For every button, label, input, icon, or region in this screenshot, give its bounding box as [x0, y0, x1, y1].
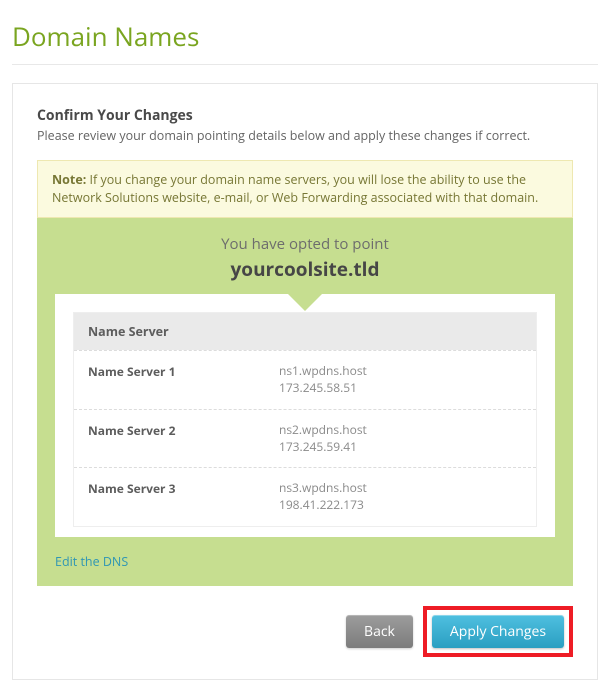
ns-host: ns1.wpdns.host	[279, 363, 367, 380]
ns-host: ns2.wpdns.host	[279, 422, 367, 439]
table-row: Name Server 1 ns1.wpdns.host 173.245.58.…	[74, 350, 536, 409]
ns-ip: 173.245.58.51	[279, 380, 367, 397]
ns-label: Name Server 1	[88, 363, 279, 397]
nameserver-table: Name Server Name Server 1 ns1.wpdns.host…	[73, 312, 537, 527]
opted-text: You have opted to point	[55, 234, 555, 254]
confirm-subtext: Please review your domain pointing detai…	[37, 127, 573, 144]
edit-dns-link[interactable]: Edit the DNS	[55, 553, 128, 570]
ns-ip: 173.245.59.41	[279, 439, 367, 456]
nameserver-card: Name Server Name Server 1 ns1.wpdns.host…	[55, 294, 555, 537]
title-divider	[12, 64, 598, 65]
note-box: Note: If you change your domain name ser…	[37, 160, 573, 218]
apply-highlight: Apply Changes	[423, 606, 573, 657]
ns-values: ns2.wpdns.host 173.245.59.41	[279, 422, 367, 456]
domain-name: yourcoolsite.tld	[55, 256, 555, 282]
ns-label: Name Server 3	[88, 480, 279, 514]
confirm-panel: Confirm Your Changes Please review your …	[12, 83, 598, 680]
back-button[interactable]: Back	[346, 615, 413, 648]
ns-ip: 198.41.222.173	[279, 497, 367, 514]
apply-changes-button[interactable]: Apply Changes	[432, 615, 564, 648]
confirm-heading: Confirm Your Changes	[37, 106, 573, 125]
ns-host: ns3.wpdns.host	[279, 480, 367, 497]
pointer-arrow-icon	[287, 293, 323, 311]
ns-values: ns3.wpdns.host 198.41.222.173	[279, 480, 367, 514]
point-block: You have opted to point yourcoolsite.tld…	[37, 218, 573, 586]
ns-values: ns1.wpdns.host 173.245.58.51	[279, 363, 367, 397]
nameserver-table-header: Name Server	[74, 313, 536, 350]
page-title: Domain Names	[12, 18, 598, 54]
table-row: Name Server 3 ns3.wpdns.host 198.41.222.…	[74, 467, 536, 526]
ns-label: Name Server 2	[88, 422, 279, 456]
note-text: If you change your domain name servers, …	[52, 171, 538, 206]
note-label: Note:	[52, 171, 86, 188]
table-row: Name Server 2 ns2.wpdns.host 173.245.59.…	[74, 409, 536, 468]
action-bar: Back Apply Changes	[37, 606, 573, 657]
